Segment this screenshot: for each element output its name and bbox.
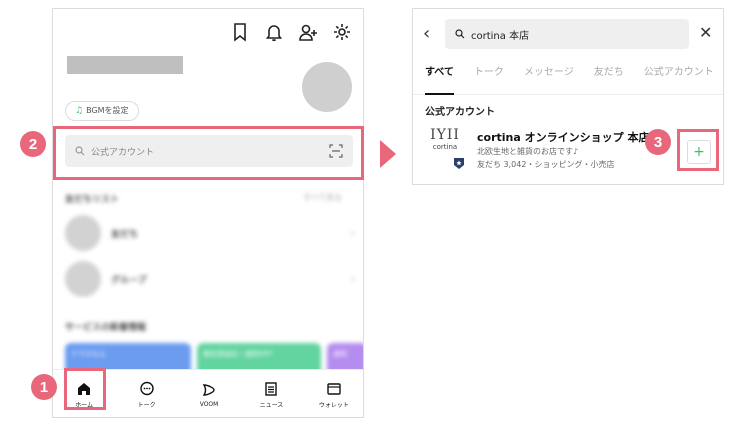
tab-messages[interactable]: メッセージ <box>524 65 574 95</box>
add-friend-icon[interactable] <box>297 21 319 43</box>
see-all-link[interactable]: すべて見る <box>303 192 342 203</box>
list-item-label: グループ <box>111 275 147 286</box>
gear-icon[interactable] <box>331 21 353 43</box>
add-button-highlight <box>677 129 719 171</box>
tab-voom[interactable]: VOOM <box>178 370 240 417</box>
wallet-icon <box>327 382 341 395</box>
account-description: 北欧生地と雑貨のお店です♪ <box>477 147 579 156</box>
account-meta: 友だち 3,042・ショッピング・小売店 <box>477 160 615 169</box>
avatar[interactable] <box>302 62 352 112</box>
music-note-icon: ♫ <box>75 106 84 116</box>
service-news-title: サービスの新着情報 <box>65 323 147 333</box>
close-icon[interactable]: ✕ <box>699 23 712 42</box>
search-icon <box>455 29 465 39</box>
logo-text: cortina <box>432 143 458 151</box>
bell-icon[interactable] <box>263 21 285 43</box>
card-label: ドラえもん <box>71 350 106 358</box>
list-item[interactable]: グループ › <box>65 259 355 299</box>
tab-official-accounts[interactable]: 公式アカウント <box>644 65 714 95</box>
tab-label: ウォレット <box>318 401 349 409</box>
divider <box>53 299 363 307</box>
account-name[interactable]: cortina オンラインショップ 本店 <box>477 129 649 145</box>
home-screen: ♫ BGMを設定 公式アカウント 友だちリスト すべて見る 友だち › グループ… <box>52 8 364 418</box>
tab-label: VOOM <box>199 400 219 408</box>
chevron-right-icon: › <box>350 272 355 286</box>
friends-list-title: 友だちリスト <box>65 195 120 205</box>
logo-mark: IYII <box>430 127 460 143</box>
result-tabs: すべて トーク メッセージ 友だち 公式アカウント <box>413 65 723 95</box>
chat-icon <box>139 381 154 395</box>
bgm-button[interactable]: ♫ BGMを設定 <box>65 101 139 121</box>
tab-label: トーク <box>137 401 156 409</box>
tab-friends[interactable]: 友だち <box>594 65 624 95</box>
arrow-right-icon <box>380 140 396 168</box>
tab-wallet[interactable]: ウォレット <box>303 370 363 417</box>
list-item-label: 友だち <box>111 229 139 240</box>
search-input[interactable]: cortina 本店 <box>445 19 689 49</box>
section-title: 公式アカウント <box>425 107 495 118</box>
tab-news[interactable]: ニュース <box>240 370 302 417</box>
top-icon-bar <box>229 21 353 43</box>
search-highlight <box>53 126 364 180</box>
tab-label: ニュース <box>259 401 284 409</box>
bgm-label: BGMを設定 <box>86 106 129 115</box>
profile-name-redacted <box>67 56 183 74</box>
voom-icon <box>202 383 215 396</box>
step-badge-2: 2 <box>20 131 46 157</box>
bookmark-icon[interactable] <box>229 21 251 43</box>
verified-badge-icon <box>454 158 464 169</box>
avatar <box>65 261 101 297</box>
news-icon <box>265 381 278 396</box>
chevron-right-icon: › <box>350 226 355 240</box>
back-arrow-icon[interactable]: ‹ <box>423 23 430 44</box>
search-value: cortina 本店 <box>471 30 530 42</box>
step-badge-1: 1 <box>31 374 57 400</box>
avatar <box>65 215 101 251</box>
tab-talk[interactable]: トーク <box>115 370 177 417</box>
list-item[interactable]: 友だち › <box>65 213 355 253</box>
tab-talk[interactable]: トーク <box>474 65 504 95</box>
step-badge-3: 3 <box>645 129 671 155</box>
card-label: 着信音設定 / 通知OFF <box>203 350 273 358</box>
home-tab-highlight <box>64 368 106 410</box>
card-label: 通知 <box>333 350 347 358</box>
tab-all[interactable]: すべて <box>425 65 454 95</box>
